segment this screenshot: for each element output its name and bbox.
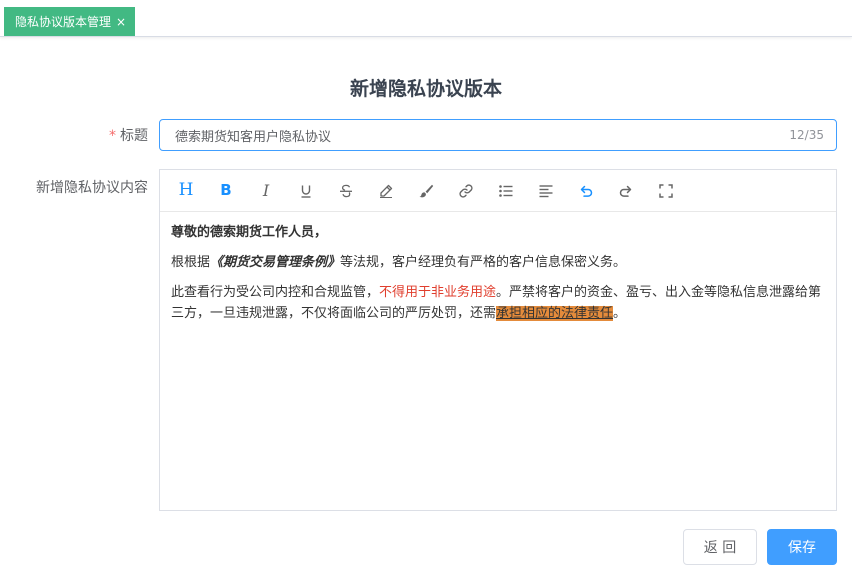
editor-toolbar: H B I <box>160 170 836 212</box>
italic-button[interactable]: I <box>246 171 286 211</box>
bold-button[interactable]: B <box>206 171 246 211</box>
link-button[interactable] <box>446 171 486 211</box>
bold-icon: B <box>220 181 232 199</box>
save-button[interactable]: 保存 <box>767 529 837 565</box>
content-greeting: 尊敬的德索期货工作人员， <box>171 225 328 240</box>
underline-button[interactable] <box>286 171 326 211</box>
title-label: * 标题 <box>0 125 148 145</box>
heading-button[interactable]: H <box>166 171 206 211</box>
highlighted-liability-text: 承担相应的法律责任 <box>496 306 614 321</box>
heading-icon: H <box>178 180 194 200</box>
brush-icon <box>419 184 434 197</box>
paragraph-prefix: 根根据 <box>171 255 211 270</box>
page-title: 新增隐私协议版本 <box>349 78 502 100</box>
title-input-value[interactable]: 德索期货知客用户隐私协议 <box>175 126 789 145</box>
tab-privacy-version-management[interactable]: 隐私协议版本管理 × <box>4 7 135 36</box>
pen-button[interactable] <box>366 171 406 211</box>
compliance-text-end: 。 <box>613 306 627 321</box>
close-icon[interactable]: × <box>116 16 126 28</box>
italic-icon: I <box>262 180 270 200</box>
link-icon <box>459 183 473 198</box>
rich-text-editor: H B I 尊敬的德索期货工作人员， 根根据《期货交易管理条例》等法规，客户经理… <box>159 169 837 511</box>
fullscreen-icon <box>659 183 673 198</box>
bullet-list-button[interactable] <box>486 171 526 211</box>
title-input[interactable]: 德索期货知客用户隐私协议 12/35 <box>159 119 837 151</box>
back-button[interactable]: 返 回 <box>683 529 757 565</box>
content-label: 新增隐私协议内容 <box>36 180 148 196</box>
editor-content[interactable]: 尊敬的德索期货工作人员， 根根据《期货交易管理条例》等法规，客户经理负有严格的客… <box>160 212 836 324</box>
undo-icon <box>580 185 593 197</box>
tab-label: 隐私协议版本管理 <box>15 15 112 29</box>
undo-button[interactable] <box>566 171 606 211</box>
align-button[interactable] <box>526 171 566 211</box>
align-icon <box>539 184 553 197</box>
pen-icon <box>380 184 393 198</box>
bullet-list-icon <box>499 184 513 197</box>
fullscreen-button[interactable] <box>646 171 686 211</box>
tab-bar: 隐私协议版本管理 × <box>0 0 852 37</box>
required-mark: * <box>109 128 116 144</box>
paragraph-suffix: 等法规，客户经理负有严格的客户信息保密义务。 <box>340 255 627 270</box>
redo-icon <box>619 185 632 197</box>
underline-icon <box>301 185 311 198</box>
compliance-text-a: 此查看行为受公司内控和合规监管， <box>171 285 380 300</box>
content-paragraph-compliance: 此查看行为受公司内控和合规监管，不得用于非业务用途。严禁将客户的资金、盈亏、出入… <box>171 282 826 324</box>
title-label-text: 标题 <box>120 128 148 144</box>
redo-button[interactable] <box>606 171 646 211</box>
strikethrough-button[interactable] <box>326 171 366 211</box>
title-char-count: 12/35 <box>789 128 824 142</box>
red-warning-text: 不得用于非业务用途 <box>379 285 497 300</box>
strikethrough-icon <box>340 184 352 197</box>
content-paragraph-regulation: 根根据《期货交易管理条例》等法规，客户经理负有严格的客户信息保密义务。 <box>171 252 826 273</box>
brush-button[interactable] <box>406 171 446 211</box>
regulation-name: 《期货交易管理条例》 <box>210 255 341 270</box>
